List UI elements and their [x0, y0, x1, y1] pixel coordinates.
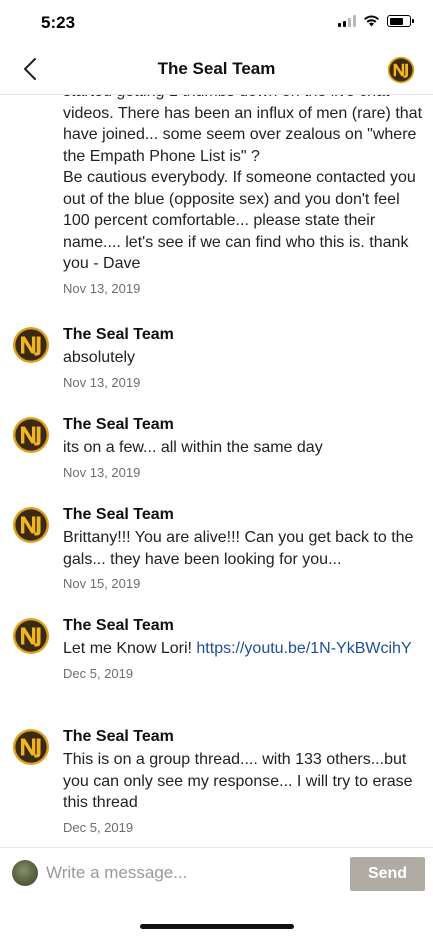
sender-name: The Seal Team [63, 416, 174, 433]
status-icons [338, 15, 414, 27]
wifi-icon [364, 15, 379, 27]
signal-icon [338, 15, 356, 27]
message-list[interactable]: started getting 1 thumbs down on the liv… [0, 95, 433, 847]
user-avatar [12, 860, 38, 886]
message-text: This is on a group thread.... with 133 o… [63, 751, 413, 811]
message-composer: Send [0, 847, 433, 900]
sender-avatar-icon[interactable] [12, 416, 50, 454]
message-date: Nov 13, 2019 [63, 464, 141, 480]
message-input[interactable] [46, 856, 336, 890]
message-text-prefix: Let me Know Lori! [63, 640, 197, 657]
chat-header: The Seal Team [0, 44, 433, 95]
message-date: Nov 15, 2019 [63, 576, 141, 591]
message-text: Brittany!!! You are alive!!! Can you get… [63, 529, 414, 568]
sender-name: The Seal Team [63, 326, 174, 343]
battery-icon [387, 15, 414, 27]
message-date: Nov 13, 2019 [63, 280, 141, 296]
sender-name: The Seal Team [63, 728, 174, 745]
message-text: its on a few... all within the same day [63, 439, 323, 456]
sender-avatar-icon[interactable] [12, 728, 50, 766]
message-date: Dec 5, 2019 [63, 819, 134, 835]
status-bar: 5:23 [0, 0, 433, 44]
message-text: started getting 1 thumbs down on the liv… [63, 95, 423, 272]
sender-avatar-icon[interactable] [12, 326, 50, 364]
status-time: 5:23 [41, 13, 76, 32]
message-text: Let me Know Lori! https://youtu.be/1N-Yk… [63, 638, 423, 660]
chat-title: The Seal Team [157, 59, 276, 78]
home-indicator [140, 924, 294, 929]
sender-name: The Seal Team [63, 506, 174, 523]
message-text: absolutely [63, 349, 136, 366]
sender-name: The Seal Team [63, 617, 174, 634]
message-date: Nov 13, 2019 [63, 374, 141, 390]
youtube-link[interactable]: https://youtu.be/1N-YkBWcihY [196, 640, 411, 657]
seal-team-logo-icon[interactable] [387, 56, 415, 84]
message-date: Dec 5, 2019 [63, 665, 134, 681]
message-continuation: started getting 1 thumbs down on the liv… [63, 95, 423, 296]
sender-avatar-icon[interactable] [12, 617, 50, 655]
sender-avatar-icon[interactable] [12, 506, 50, 544]
send-button[interactable]: Send [350, 857, 425, 891]
